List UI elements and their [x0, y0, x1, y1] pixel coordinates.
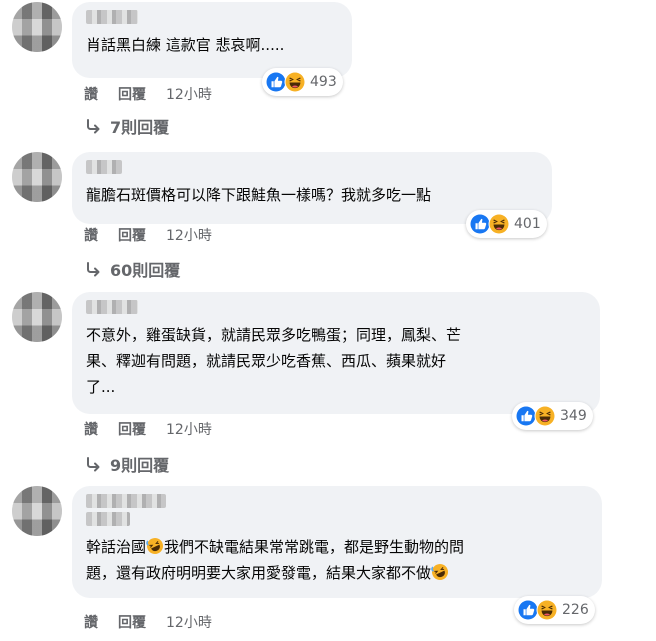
comment-text-line: 果、釋迦有問題，就請民眾少吃香蕉、西瓜、蘋果就好 — [86, 352, 447, 370]
view-replies-link[interactable]: 9則回覆 — [84, 452, 169, 476]
reaction-count: 226 — [562, 602, 589, 618]
rofl-emoji-icon — [431, 563, 449, 581]
avatar[interactable] — [12, 152, 62, 202]
reply-button[interactable]: 回覆 — [118, 84, 146, 104]
comment-actions: 讚 回覆 12小時 — [84, 84, 212, 104]
rofl-emoji-icon — [146, 537, 164, 555]
comment-text-line: 不意外，雞蛋缺貨，就請民眾多吃鴨蛋；同理，鳳梨、芒 — [86, 326, 462, 344]
like-button[interactable]: 讚 — [84, 225, 98, 245]
reply-arrow-icon — [87, 119, 100, 134]
comment-actions: 讚 回覆 12小時 — [84, 419, 212, 439]
reactions-summary[interactable]: 226 — [514, 596, 595, 624]
reactions-summary[interactable]: 401 — [466, 210, 547, 238]
view-replies-link[interactable]: 60則回覆 — [84, 257, 180, 281]
like-button[interactable]: 讚 — [84, 84, 98, 104]
comment-text-line: 幹話治國 我們不缺電結果常常跳電，都是野生動物的問 — [86, 534, 588, 560]
reply-button[interactable]: 回覆 — [118, 612, 146, 632]
haha-reaction-icon — [536, 599, 558, 621]
comment-bubble: 肖話黑白練 這款官 悲哀啊..... — [72, 2, 352, 78]
comment-text-line: 了... — [86, 378, 116, 396]
like-button[interactable]: 讚 — [84, 612, 98, 632]
timestamp[interactable]: 12小時 — [166, 419, 212, 439]
comment-bubble: 不意外，雞蛋缺貨，就請民眾多吃鴨蛋；同理，鳳梨、芒 果、釋迦有問題，就請民眾少吃… — [72, 292, 600, 414]
comment-text-segment: 我們不缺電結果常常跳電，都是野生動物的問 — [164, 538, 465, 556]
timestamp[interactable]: 12小時 — [166, 225, 212, 245]
comment-text: 龍膽石斑價格可以降下跟鮭魚一樣嗎？我就多吃一點 — [86, 186, 432, 204]
reactions-summary[interactable]: 349 — [512, 402, 593, 430]
view-replies-link[interactable]: 7則回覆 — [84, 114, 169, 138]
comment-bubble: 幹話治國 我們不缺電結果常常跳電，都是野生動物的問 題，還有政府明明要大家用愛發電… — [72, 486, 602, 598]
author-name-blurred[interactable] — [86, 300, 138, 314]
reply-arrow-icon — [87, 262, 100, 277]
like-button[interactable]: 讚 — [84, 419, 98, 439]
avatar[interactable] — [12, 292, 62, 342]
reaction-count: 349 — [560, 408, 587, 424]
replies-count-label: 7則回覆 — [110, 118, 170, 137]
reaction-count: 401 — [514, 216, 541, 232]
author-name-blurred[interactable] — [86, 10, 138, 24]
author-name-blurred[interactable] — [86, 160, 122, 174]
comment-actions: 讚 回覆 12小時 — [84, 225, 212, 245]
avatar[interactable] — [12, 2, 62, 52]
comment-text-segment: 題，還有政府明明要大家用愛發電，結果大家都不做 — [86, 564, 432, 582]
haha-reaction-icon — [534, 405, 556, 427]
reactions-summary[interactable]: 493 — [262, 68, 343, 96]
reply-button[interactable]: 回覆 — [118, 419, 146, 439]
timestamp[interactable]: 12小時 — [166, 84, 212, 104]
author-name-blurred[interactable] — [86, 512, 130, 526]
reaction-count: 493 — [310, 74, 337, 90]
timestamp[interactable]: 12小時 — [166, 612, 212, 632]
comment-actions: 讚 回覆 12小時 — [84, 612, 212, 632]
avatar[interactable] — [12, 486, 62, 536]
replies-count-label: 60則回覆 — [110, 261, 181, 280]
reply-arrow-icon — [87, 457, 100, 472]
haha-reaction-icon — [284, 71, 306, 93]
comment-text-line: 題，還有政府明明要大家用愛發電，結果大家都不做 — [86, 560, 588, 586]
comment-text-segment: 幹話治國 — [86, 538, 147, 556]
comment-text: 肖話黑白練 這款官 悲哀啊..... — [86, 36, 285, 54]
replies-count-label: 9則回覆 — [110, 456, 170, 475]
haha-reaction-icon — [488, 213, 510, 235]
reply-button[interactable]: 回覆 — [118, 225, 146, 245]
author-name-blurred[interactable] — [86, 494, 166, 508]
